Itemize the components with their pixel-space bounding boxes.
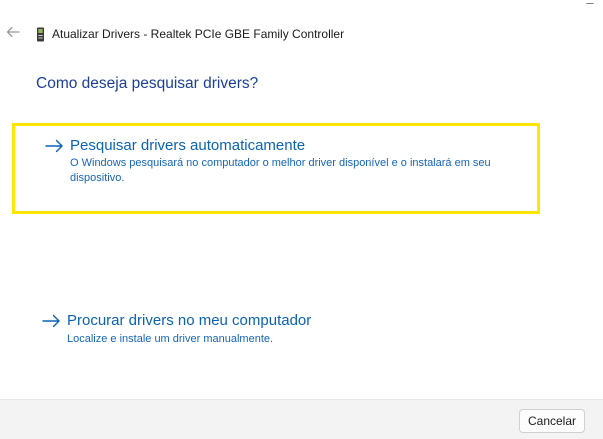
- right-arrow-icon: [42, 313, 62, 329]
- browse-my-computer-option[interactable]: Procurar drivers no meu computador Local…: [12, 306, 540, 356]
- close-icon[interactable]: –: [583, 0, 597, 10]
- right-arrow-icon: [45, 138, 65, 154]
- option-title: Procurar drivers no meu computador: [67, 312, 312, 329]
- option-title: Pesquisar drivers automaticamente: [70, 137, 306, 154]
- option-title-row: Pesquisar drivers automaticamente: [45, 137, 305, 154]
- window-title: Atualizar Drivers - Realtek PCIe GBE Fam…: [52, 27, 345, 41]
- page-heading: Como deseja pesquisar drivers?: [36, 75, 259, 92]
- cancel-button[interactable]: Cancelar: [519, 409, 585, 433]
- option-description: O Windows pesquisará no computador o mel…: [70, 157, 491, 184]
- window-header: Atualizar Drivers - Realtek PCIe GBE Fam…: [5, 25, 344, 43]
- option-description: Localize e instale um driver manualmente…: [67, 333, 274, 345]
- search-automatically-option[interactable]: Pesquisar drivers automaticamente O Wind…: [12, 123, 540, 214]
- update-drivers-window: – Atualizar Drivers - Realtek PCIe GBE F…: [0, 0, 603, 439]
- back-arrow-icon: [6, 25, 20, 43]
- network-adapter-icon: [35, 26, 45, 42]
- back-button[interactable]: [5, 25, 21, 43]
- option-title-row: Procurar drivers no meu computador: [42, 312, 311, 329]
- dialog-footer: Cancelar: [0, 399, 603, 439]
